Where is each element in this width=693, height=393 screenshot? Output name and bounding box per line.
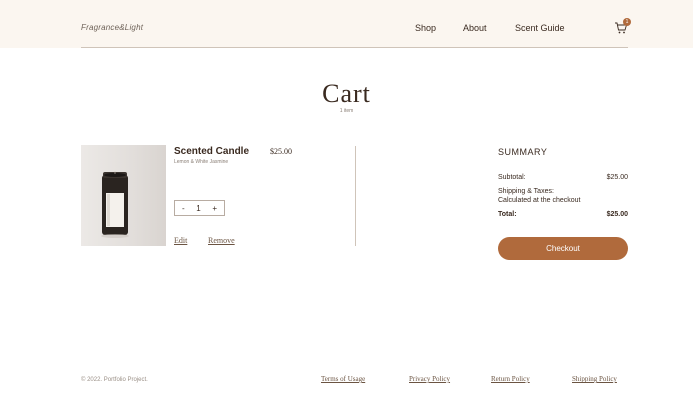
summary-title: SUMMARY bbox=[498, 147, 548, 157]
total-value: $25.00 bbox=[606, 211, 628, 218]
cart-item-count: 1 item bbox=[339, 108, 354, 114]
shipping-label: Shipping & Taxes: bbox=[498, 188, 554, 195]
remove-item-link[interactable]: Remove bbox=[208, 236, 235, 245]
product-price: $25.00 bbox=[270, 147, 292, 156]
candle-jar-image bbox=[101, 171, 129, 238]
footer-privacy-link[interactable]: Privacy Policy bbox=[409, 375, 450, 383]
nav-scent-guide[interactable]: Scent Guide bbox=[515, 23, 565, 33]
edit-item-link[interactable]: Edit bbox=[174, 236, 187, 245]
subtotal-value: $25.00 bbox=[606, 174, 628, 181]
qty-increase-button[interactable]: + bbox=[212, 204, 217, 213]
qty-value: 1 bbox=[196, 203, 201, 213]
product-name[interactable]: Scented Candle bbox=[174, 146, 249, 157]
site-logo[interactable]: Fragrance&Light bbox=[81, 23, 143, 32]
cart-count-badge: 1 bbox=[623, 18, 631, 26]
nav-about[interactable]: About bbox=[463, 23, 487, 33]
page-title: Cart bbox=[322, 79, 371, 108]
footer-return-link[interactable]: Return Policy bbox=[491, 375, 530, 383]
qty-decrease-button[interactable]: - bbox=[182, 204, 185, 213]
subtotal-label: Subtotal: bbox=[498, 174, 526, 181]
nav-shop[interactable]: Shop bbox=[415, 23, 436, 33]
product-variant: Lemon & White Jasmine bbox=[174, 159, 229, 165]
header-divider bbox=[81, 47, 628, 48]
footer-terms-link[interactable]: Terms of Usage bbox=[321, 375, 365, 383]
footer-copyright: © 2022. Portfolio Project. bbox=[81, 377, 148, 383]
checkout-button[interactable]: Checkout bbox=[498, 237, 628, 260]
footer-shipping-link[interactable]: Shipping Policy bbox=[572, 375, 617, 383]
total-label: Total: bbox=[498, 211, 517, 218]
cart-divider bbox=[355, 146, 356, 246]
quantity-stepper: - 1 + bbox=[174, 200, 225, 216]
product-image[interactable] bbox=[81, 145, 166, 246]
cart-button[interactable]: 1 bbox=[614, 18, 632, 35]
shipping-value: Calculated at the checkout bbox=[498, 197, 581, 204]
